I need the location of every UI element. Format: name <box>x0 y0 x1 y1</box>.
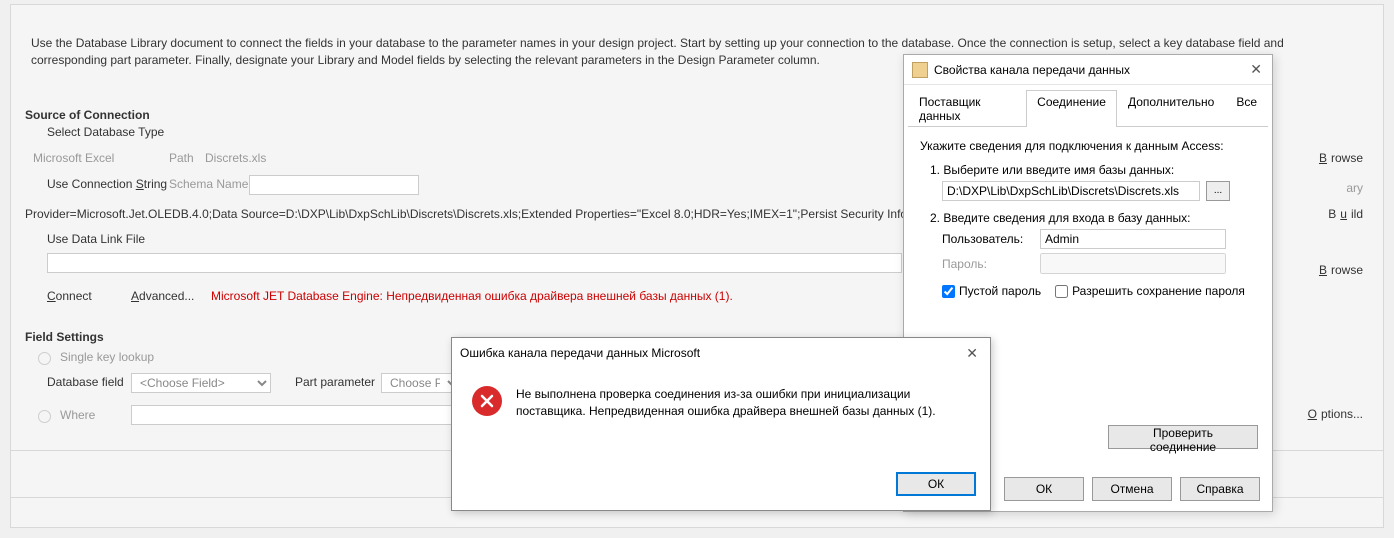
connection-string: Provider=Microsoft.Jet.OLEDB.4.0;Data So… <box>25 207 943 221</box>
step1-label: 1. Выберите или введите имя базы данных: <box>930 163 1256 177</box>
props-instruction: Укажите сведения для подключения к данны… <box>920 139 1256 153</box>
user-label: Пользователь: <box>942 232 1034 246</box>
props-title: Свойства канала передачи данных <box>934 63 1130 77</box>
browse-db-button[interactable]: ... <box>1206 181 1230 201</box>
part-parameter-select[interactable]: Choose Parameter <box>381 373 461 393</box>
options-button[interactable]: Options... <box>1308 407 1363 421</box>
tab-provider[interactable]: Поставщик данных <box>908 90 1026 127</box>
data-link-file-input[interactable] <box>47 253 902 273</box>
advanced-button[interactable]: Advanced... <box>131 289 194 303</box>
browse-button-2[interactable]: Browse <box>1319 263 1363 277</box>
schema-name-input[interactable] <box>249 175 419 195</box>
where-radio[interactable] <box>38 410 51 423</box>
tab-connection[interactable]: Соединение <box>1026 90 1117 127</box>
error-close-icon[interactable]: ✕ <box>962 345 982 362</box>
jet-error-text: Microsoft JET Database Engine: Непредвид… <box>211 289 733 303</box>
use-data-link-label: Use Data Link File <box>47 232 145 246</box>
error-title: Ошибка канала передачи данных Microsoft <box>460 346 700 360</box>
test-connection-button[interactable]: Проверить соединение <box>1108 425 1258 449</box>
path-value: Discrets.xls <box>205 151 266 165</box>
ary-fragment: ary <box>1346 181 1363 195</box>
blank-password-checkbox[interactable] <box>942 285 955 298</box>
select-db-type-label: Select Database Type <box>47 125 164 139</box>
error-titlebar: Ошибка канала передачи данных Microsoft … <box>452 338 990 368</box>
use-connection-string-label: Use Connection String <box>47 177 167 191</box>
build-button[interactable]: Build <box>1328 207 1363 221</box>
db-type-value: Microsoft Excel <box>33 151 114 165</box>
error-ok-button[interactable]: ОК <box>896 472 976 496</box>
dialog-icon <box>912 62 928 78</box>
props-tabs: Поставщик данных Соединение Дополнительн… <box>908 89 1268 127</box>
database-field-label: Database field <box>47 375 124 389</box>
path-label: Path <box>169 151 194 165</box>
password-input[interactable] <box>1040 253 1226 274</box>
password-label: Пароль: <box>942 257 1034 271</box>
connect-button[interactable]: Connect <box>47 289 92 303</box>
where-label: Where <box>60 408 95 422</box>
tab-all[interactable]: Все <box>1225 90 1268 127</box>
step2-label: 2. Введите сведения для входа в базу дан… <box>930 211 1256 225</box>
error-icon <box>472 386 502 416</box>
browse-button-1[interactable]: Browse <box>1319 151 1363 165</box>
allow-save-checkbox[interactable] <box>1055 285 1068 298</box>
props-ok-button[interactable]: ОК <box>1004 477 1084 501</box>
allow-save-label: Разрешить сохранение пароля <box>1072 284 1245 298</box>
error-message: Не выполнена проверка соединения из-за о… <box>516 386 970 420</box>
blank-password-label: Пустой пароль <box>959 284 1041 298</box>
tab-additional[interactable]: Дополнительно <box>1117 90 1225 127</box>
user-input[interactable] <box>1040 229 1226 249</box>
close-icon[interactable]: ✕ <box>1246 61 1266 78</box>
props-help-button[interactable]: Справка <box>1180 477 1260 501</box>
props-cancel-button[interactable]: Отмена <box>1092 477 1172 501</box>
single-key-radio[interactable] <box>38 352 51 365</box>
props-titlebar: Свойства канала передачи данных ✕ <box>904 55 1272 85</box>
single-key-label: Single key lookup <box>60 350 154 364</box>
database-field-select[interactable]: <Choose Field> <box>131 373 271 393</box>
part-parameter-label: Part parameter <box>295 375 375 389</box>
db-path-input[interactable] <box>942 181 1200 201</box>
schema-name-label: Schema Name <box>169 177 248 191</box>
error-dialog: Ошибка канала передачи данных Microsoft … <box>451 337 991 511</box>
where-input[interactable] <box>131 405 461 425</box>
field-settings-label: Field Settings <box>25 330 104 344</box>
source-of-connection-label: Source of Connection <box>25 108 150 122</box>
